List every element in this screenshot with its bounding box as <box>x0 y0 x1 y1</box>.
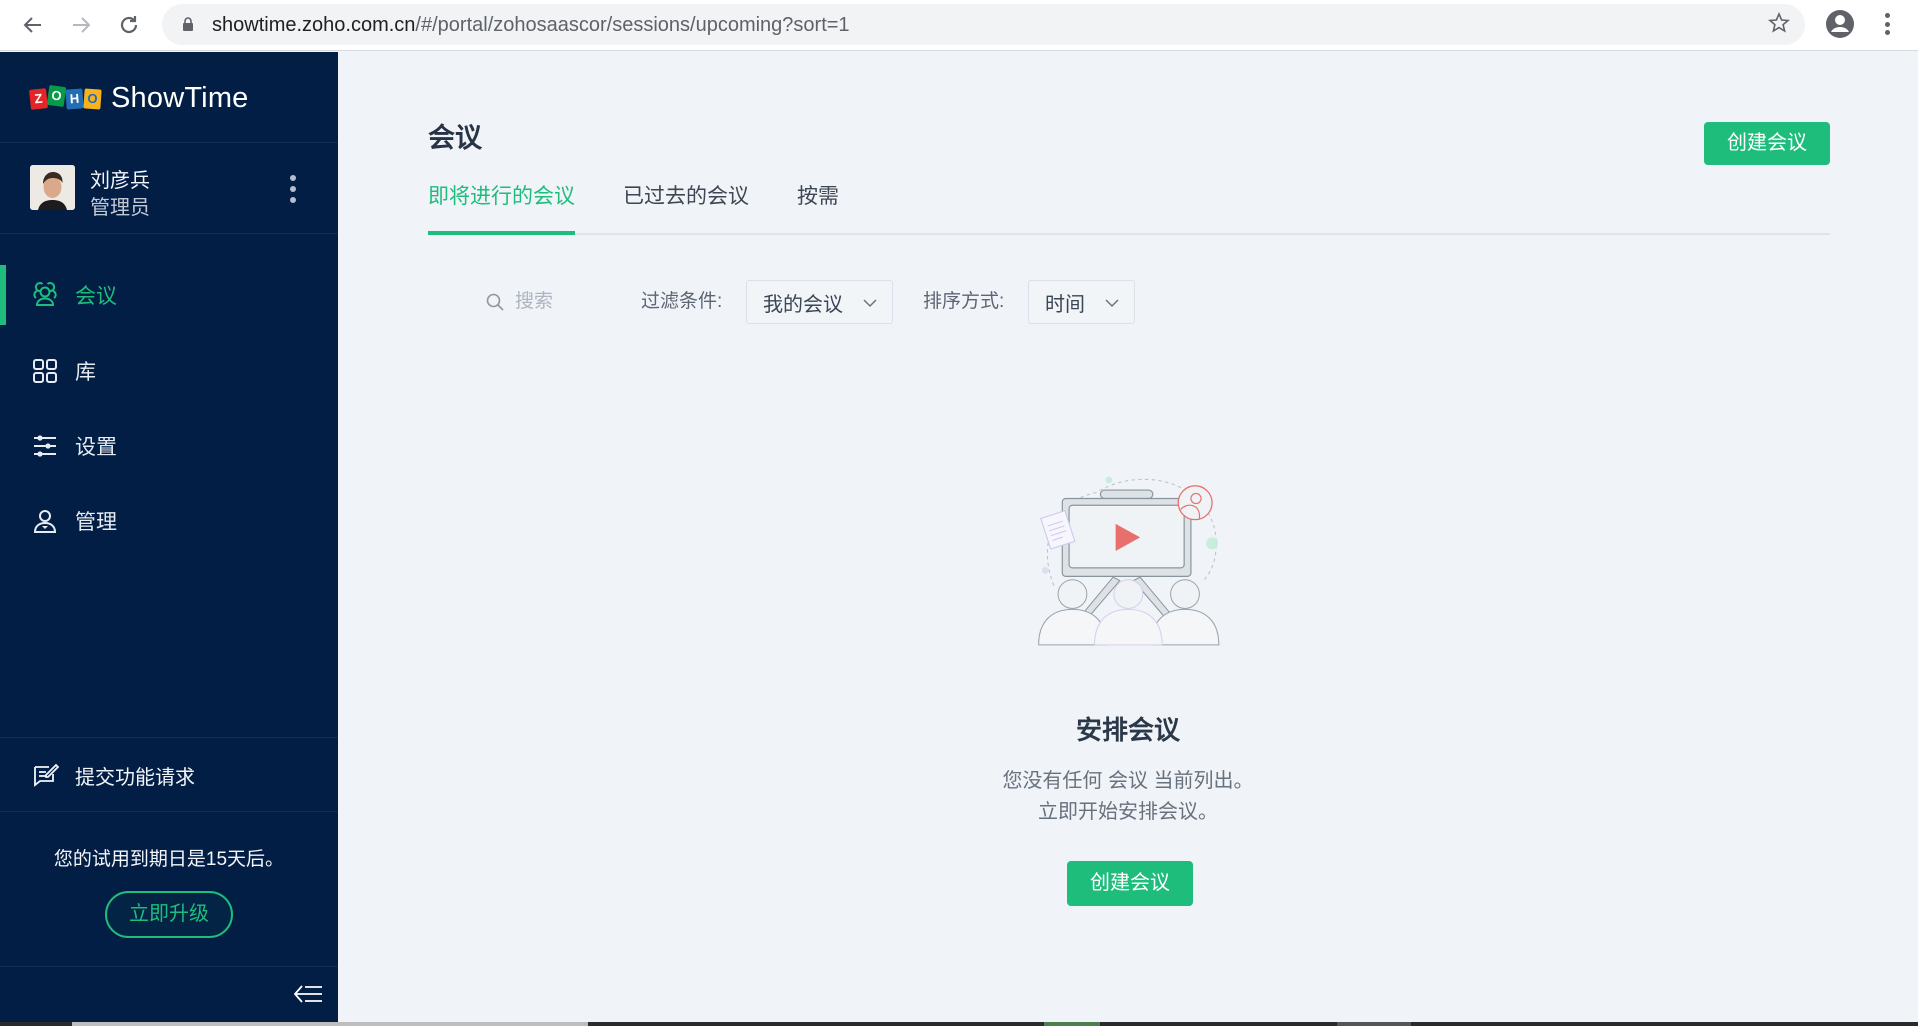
upgrade-button[interactable]: 立即升级 <box>105 891 233 938</box>
back-button[interactable] <box>20 12 46 38</box>
tab-on-demand[interactable]: 按需 <box>797 180 839 235</box>
bookmark-star-button[interactable] <box>1767 11 1791 42</box>
account-circle-icon <box>1826 10 1854 38</box>
meeting-tabs: 即将进行的会议 已过去的会议 按需 <box>428 178 1830 235</box>
sort-label: 排序方式: <box>923 291 1005 312</box>
profile-button[interactable] <box>1825 9 1855 39</box>
page-title: 会议 <box>428 123 482 153</box>
empty-state-line: 立即开始安排会议。 <box>1038 801 1218 823</box>
url-host: showtime.zoho.com.cn <box>212 14 416 36</box>
avatar[interactable] <box>30 165 75 210</box>
sidebar-item-label: 库 <box>75 361 96 384</box>
empty-state-title: 安排会议 <box>1075 715 1180 745</box>
create-meeting-center-button[interactable]: 创建会议 <box>1067 861 1193 906</box>
library-grid-icon <box>33 359 57 383</box>
sidebar-item-admin[interactable]: 管理 <box>0 491 338 551</box>
user-profile: 刘彦兵 管理员 <box>30 165 330 219</box>
taskbar-segment <box>72 1022 588 1026</box>
showtime-logo[interactable]: Z O H O ShowTime <box>29 82 249 115</box>
user-name: 刘彦兵 <box>90 170 150 192</box>
user-role: 管理员 <box>90 197 150 219</box>
search-icon <box>486 293 504 311</box>
feedback-edit-icon <box>34 763 59 787</box>
zoho-logo: Z O H O <box>29 84 102 110</box>
avatar-photo-icon <box>30 165 75 210</box>
taskbar-strip <box>0 1022 1918 1026</box>
forward-button[interactable] <box>68 12 94 38</box>
sort-value: 时间 <box>1045 293 1085 316</box>
divider <box>0 966 338 967</box>
empty-state-description: 您没有任何 会议 当前列出。 立即开始安排会议。 <box>338 766 1918 828</box>
create-meeting-button[interactable]: 创建会议 <box>1704 122 1830 165</box>
reload-icon <box>120 16 138 34</box>
admin-user-icon <box>33 510 57 533</box>
divider <box>0 233 338 234</box>
trial-message: 您的试用到期日是15天后。 <box>53 849 285 870</box>
trial-panel: 您的试用到期日是15天后。 立即升级 <box>0 844 338 938</box>
filter-bar: 过滤条件: 我的会议 排序方式: 时间 <box>338 279 1538 325</box>
divider <box>0 737 338 738</box>
reload-button[interactable] <box>116 12 142 38</box>
zoho-letter: O <box>46 84 67 107</box>
filter-value: 我的会议 <box>763 293 843 316</box>
sidebar-item-label: 设置 <box>75 436 117 459</box>
sidebar-item-label: 管理 <box>75 511 117 534</box>
sidebar-item-library[interactable]: 库 <box>0 341 338 401</box>
zoho-letter: H <box>65 87 84 110</box>
arrow-left-icon <box>23 17 41 33</box>
sidebar: Z O H O ShowTime 刘彦兵 管理员 会议 库 设置 管理 提交功能… <box>0 52 338 1026</box>
user-menu-button[interactable] <box>286 175 300 203</box>
filter-label: 过滤条件: <box>641 291 723 312</box>
presentation-illustration-icon <box>1038 476 1220 646</box>
divider <box>0 142 338 143</box>
sidebar-item-meetings[interactable]: 会议 <box>0 265 338 325</box>
taskbar-segment <box>1337 1022 1411 1026</box>
empty-state-line: 您没有任何 会议 当前列出。 <box>1002 770 1254 792</box>
tab-upcoming[interactable]: 即将进行的会议 <box>428 180 575 235</box>
url-text: showtime.zoho.com.cn/#/portal/zohosaasco… <box>212 14 850 37</box>
collapse-sidebar-icon[interactable] <box>292 984 324 1004</box>
meetings-icon <box>33 282 57 306</box>
sidebar-item-label: 会议 <box>75 285 117 308</box>
sort-dropdown[interactable]: 时间 <box>1028 280 1135 324</box>
zoho-letter: Z <box>29 87 48 110</box>
main-content: 会议 创建会议 即将进行的会议 已过去的会议 按需 过滤条件: 我的会议 排序方… <box>338 52 1918 1026</box>
arrow-right-icon <box>73 17 91 33</box>
search-box <box>486 279 605 325</box>
submit-feature-request[interactable]: 提交功能请求 <box>0 745 338 805</box>
feature-request-label: 提交功能请求 <box>75 766 195 789</box>
star-icon <box>1768 11 1790 33</box>
sidebar-item-settings[interactable]: 设置 <box>0 416 338 476</box>
tab-past[interactable]: 已过去的会议 <box>623 180 749 235</box>
lock-icon <box>183 17 193 31</box>
filter-dropdown[interactable]: 我的会议 <box>746 280 893 324</box>
settings-sliders-icon <box>34 435 56 457</box>
browser-menu-button[interactable] <box>1880 10 1894 38</box>
product-name: ShowTime <box>111 82 249 114</box>
url-path: /#/portal/zohosaascor/sessions/upcoming?… <box>415 14 850 36</box>
divider <box>0 811 338 812</box>
taskbar-segment <box>1044 1022 1100 1026</box>
zoho-letter: O <box>83 87 102 110</box>
browser-toolbar: showtime.zoho.com.cn/#/portal/zohosaasco… <box>0 0 1918 51</box>
chevron-down-icon <box>1105 299 1119 308</box>
search-input[interactable] <box>515 291 605 313</box>
address-bar[interactable]: showtime.zoho.com.cn/#/portal/zohosaasco… <box>162 4 1805 45</box>
chevron-down-icon <box>863 299 877 308</box>
